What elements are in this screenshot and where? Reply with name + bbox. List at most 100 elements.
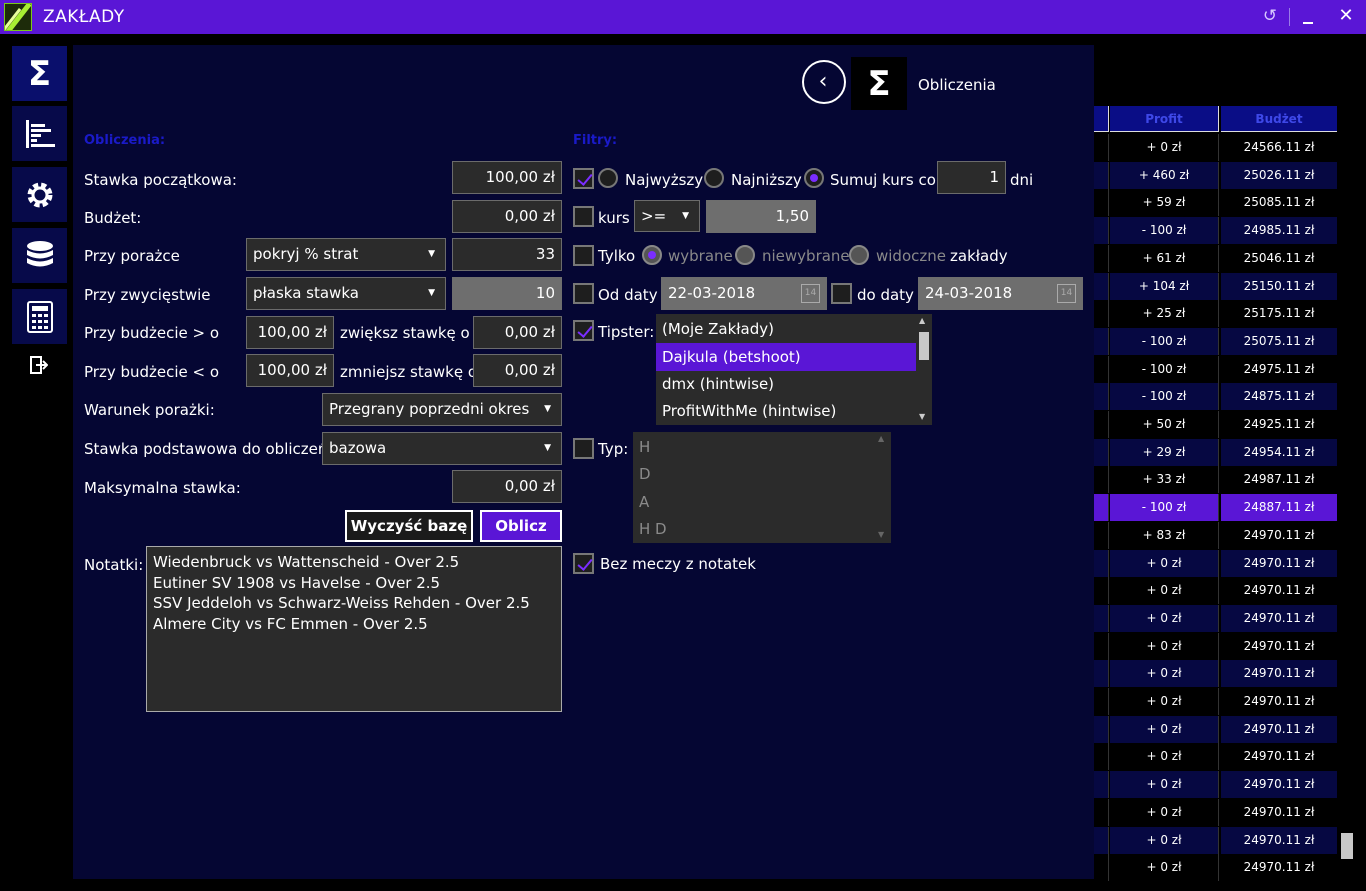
budget-cell: 24985.11 zł	[1221, 217, 1337, 245]
tipster-scroll-thumb[interactable]	[919, 332, 929, 360]
minimize-button[interactable]	[1299, 6, 1319, 26]
to-date-picker[interactable]: 24-03-2018 14	[918, 277, 1083, 310]
scroll-down-icon[interactable]: ▼	[919, 412, 925, 421]
list-item[interactable]: A	[633, 488, 873, 516]
only-checkbox[interactable]	[573, 245, 594, 266]
selected-radio[interactable]	[642, 245, 662, 265]
calculate-button[interactable]: Oblicz	[480, 510, 562, 542]
scroll-down-icon[interactable]: ▼	[878, 530, 884, 539]
table-row[interactable]: + 0 zł 24970.11 zł	[1094, 771, 1337, 799]
odds-checkbox[interactable]	[573, 206, 594, 227]
scroll-up-icon[interactable]: ▲	[919, 316, 925, 325]
table-row[interactable]: + 0 zł 24970.11 zł	[1094, 632, 1337, 660]
on-win-mode-dropdown[interactable]: płaska stawka ▼	[246, 277, 446, 310]
odds-every-input[interactable]: 1	[937, 161, 1006, 194]
table-scrollbar[interactable]	[1338, 106, 1356, 866]
budget-gt-input[interactable]: 100,00 zł	[246, 316, 334, 349]
on-loss-mode-dropdown[interactable]: pokryj % strat ▼	[246, 238, 446, 271]
nav-calculations-button[interactable]: Σ	[12, 46, 67, 101]
table-scroll-thumb[interactable]	[1341, 833, 1353, 859]
budget-cell: 25175.11 zł	[1243, 306, 1315, 321]
table-row[interactable]: - 100 zł 25075.11 zł	[1094, 327, 1337, 355]
table-row[interactable]: - 100 zł 24875.11 zł	[1094, 383, 1337, 411]
refresh-icon[interactable]: ↺	[1260, 6, 1280, 26]
no-notes-checkbox[interactable]	[573, 553, 594, 574]
table-row[interactable]: + 61 zł 25046.11 zł	[1094, 244, 1337, 272]
table-row[interactable]: - 100 zł 24975.11 zł	[1094, 355, 1337, 383]
max-stake-input[interactable]: 0,00 zł	[452, 470, 562, 503]
clear-database-button[interactable]: Wyczyść bazę	[345, 510, 473, 542]
budget-lt-input[interactable]: 100,00 zł	[246, 354, 334, 387]
table-row[interactable]: + 0 zł 24970.11 zł	[1094, 715, 1337, 743]
starting-stake-input[interactable]: 100,00 zł	[452, 161, 562, 194]
from-date-picker[interactable]: 22-03-2018 14	[661, 277, 827, 310]
list-item[interactable]: Dajkula (betshoot)	[656, 343, 916, 371]
highest-radio[interactable]	[598, 168, 618, 188]
table-row[interactable]: + 83 zł 24970.11 zł	[1094, 521, 1337, 549]
increase-stake-input[interactable]: 0,00 zł	[473, 316, 562, 349]
exit-icon[interactable]	[30, 355, 48, 375]
nav-calculator-button[interactable]	[12, 289, 67, 344]
row-indicator-cell	[1094, 327, 1109, 355]
table-header-budget[interactable]: Budżet	[1221, 106, 1337, 132]
to-date-checkbox[interactable]	[831, 283, 852, 304]
table-row[interactable]: + 33 zł 24987.11 zł	[1094, 466, 1337, 494]
nav-settings-button[interactable]	[12, 167, 67, 222]
visible-radio[interactable]	[849, 245, 869, 265]
list-item[interactable]: H D	[633, 515, 873, 543]
nav-database-button[interactable]	[12, 228, 67, 283]
table-row[interactable]: + 0 zł 24970.11 zł	[1094, 549, 1337, 577]
calendar-icon[interactable]: 14	[801, 284, 820, 303]
table-row[interactable]: + 460 zł 25026.11 zł	[1094, 161, 1337, 189]
table-row[interactable]: - 100 zł 24887.11 zł	[1094, 494, 1337, 522]
profit-cell: + 460 zł	[1110, 161, 1219, 189]
on-win-value-input[interactable]: 10	[452, 277, 562, 310]
table-row[interactable]: + 0 zł 24970.11 zł	[1094, 798, 1337, 826]
scroll-up-icon[interactable]: ▲	[878, 434, 884, 443]
from-date-checkbox[interactable]	[573, 283, 594, 304]
lowest-radio[interactable]	[704, 168, 724, 188]
back-button[interactable]: ‹	[802, 60, 846, 104]
nav-statistics-button[interactable]	[12, 106, 67, 161]
list-item[interactable]: ProfitWithMe (hintwise)	[656, 397, 916, 425]
tipster-checkbox[interactable]	[573, 320, 594, 341]
list-item[interactable]: dmx (hintwise)	[656, 370, 916, 398]
table-row[interactable]: + 0 zł 24566.11 zł	[1094, 134, 1337, 161]
close-button[interactable]: ✕	[1336, 6, 1356, 26]
table-row[interactable]: + 0 zł 24970.11 zł	[1094, 854, 1337, 882]
table-row[interactable]: + 29 zł 24954.11 zł	[1094, 438, 1337, 466]
list-item[interactable]: D	[633, 460, 873, 488]
list-item[interactable]: H	[633, 433, 873, 461]
table-row[interactable]: + 0 zł 24970.11 zł	[1094, 743, 1337, 771]
group-odds-checkbox[interactable]	[573, 168, 594, 189]
type-scrollbar[interactable]: ▲ ▼	[875, 432, 891, 543]
odds-operator-dropdown[interactable]: >= ▼	[634, 200, 700, 232]
table-row[interactable]: - 100 zł 24985.11 zł	[1094, 217, 1337, 245]
table-row[interactable]: + 0 zł 24970.11 zł	[1094, 577, 1337, 605]
notes-textarea[interactable]: Wiedenbruck vs Wattenscheid - Over 2.5 E…	[146, 546, 562, 712]
table-row[interactable]: + 59 zł 25085.11 zł	[1094, 189, 1337, 217]
type-listbox[interactable]: H D A H D ▲ ▼	[633, 432, 891, 543]
sum-radio[interactable]	[804, 168, 824, 188]
table-header-profit[interactable]: Profit	[1110, 106, 1219, 132]
table-row[interactable]: + 0 zł 24970.11 zł	[1094, 604, 1337, 632]
table-row[interactable]: + 104 zł 25150.11 zł	[1094, 272, 1337, 300]
loss-condition-dropdown[interactable]: Przegrany poprzedni okres ▼	[322, 393, 562, 426]
type-checkbox[interactable]	[573, 438, 594, 459]
odds-value-input[interactable]: 1,50	[706, 200, 816, 233]
base-stake-dropdown[interactable]: bazowa ▼	[322, 432, 562, 465]
table-row[interactable]: + 0 zł 24970.11 zł	[1094, 688, 1337, 715]
table-row[interactable]: + 25 zł 25175.11 zł	[1094, 300, 1337, 328]
table-row[interactable]: + 0 zł 24970.11 zł	[1094, 826, 1337, 854]
tipster-listbox[interactable]: (Moje Zakłady) Dajkula (betshoot) dmx (h…	[656, 314, 932, 425]
table-row[interactable]: + 0 zł 24970.11 zł	[1094, 660, 1337, 688]
table-row[interactable]: + 50 zł 24925.11 zł	[1094, 411, 1337, 438]
tipster-scrollbar[interactable]: ▲ ▼	[916, 314, 932, 425]
visible-label: widoczne	[876, 247, 946, 265]
unselected-radio[interactable]	[735, 245, 755, 265]
list-item[interactable]: (Moje Zakłady)	[656, 315, 916, 343]
on-loss-value-input[interactable]: 33	[452, 238, 562, 271]
decrease-stake-input[interactable]: 0,00 zł	[473, 354, 562, 387]
calendar-icon[interactable]: 14	[1057, 284, 1076, 303]
budget-input[interactable]: 0,00 zł	[452, 200, 562, 233]
